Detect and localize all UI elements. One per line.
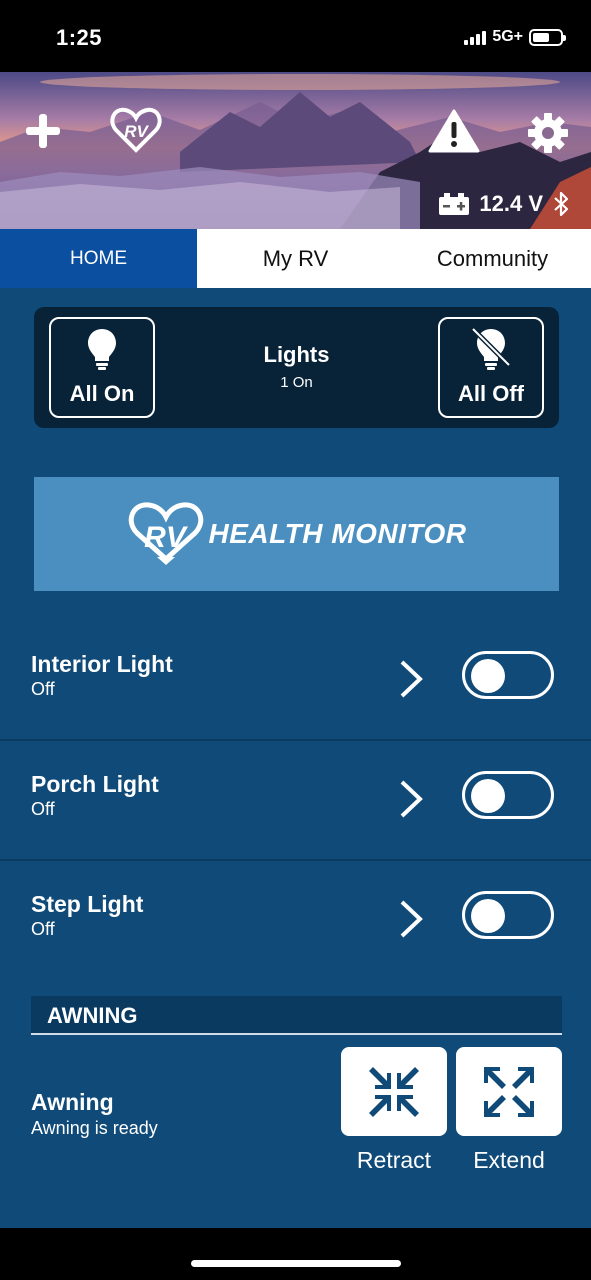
status-bar: 1:25 5G+: [0, 0, 591, 72]
phone-battery-icon: [529, 28, 566, 46]
gear-icon[interactable]: [527, 112, 569, 159]
bluetooth-icon[interactable]: [553, 191, 569, 217]
interior-light-toggle[interactable]: [462, 651, 554, 699]
main-content: All On Lights 1 On All Off RV HEALTH MON…: [0, 288, 591, 1228]
retract-button[interactable]: [341, 1047, 447, 1136]
device-row-interior-light[interactable]: Interior Light Off: [0, 621, 591, 741]
awning-section-header: AWNING: [31, 996, 562, 1035]
header-banner: RV 12.4 V: [0, 72, 591, 229]
porch-light-toggle[interactable]: [462, 771, 554, 819]
status-indicators: 5G+: [464, 28, 566, 46]
tab-home[interactable]: HOME: [0, 229, 197, 288]
awning-status: Awning is ready: [31, 1118, 158, 1138]
voltage-readout: 12.4 V: [439, 191, 569, 217]
device-status: Off: [31, 679, 55, 699]
device-name: Porch Light: [31, 771, 159, 797]
retract-label: Retract: [356, 1147, 432, 1173]
section-title: AWNING: [47, 1003, 138, 1028]
device-status: Off: [31, 799, 55, 819]
bulb-off-icon: [471, 327, 511, 370]
all-off-button[interactable]: All Off: [438, 317, 544, 418]
device-row-porch-light[interactable]: Porch Light Off: [0, 741, 591, 861]
retract-arrows-icon: [369, 1066, 419, 1117]
device-name: Step Light: [31, 891, 144, 917]
svg-text:RV: RV: [124, 122, 149, 141]
chevron-right-icon[interactable]: [398, 899, 424, 939]
extend-button[interactable]: [456, 1047, 562, 1136]
tab-community[interactable]: Community: [394, 229, 591, 288]
rv-heart-logo-icon[interactable]: RV: [110, 106, 162, 159]
health-monitor-banner[interactable]: RV HEALTH MONITOR: [34, 477, 559, 591]
banner-logo-text: RV: [144, 521, 189, 554]
all-off-label: All Off: [458, 381, 524, 406]
extend-arrows-icon: [484, 1066, 534, 1117]
device-row-step-light[interactable]: Step Light Off: [0, 861, 591, 981]
tab-bar: HOME My RV Community: [0, 229, 591, 288]
lights-card: All On Lights 1 On All Off: [34, 307, 559, 428]
network-type: 5G+: [492, 28, 523, 45]
voltage-value: 12.4 V: [479, 191, 543, 216]
plus-icon[interactable]: [24, 112, 62, 155]
chevron-right-icon[interactable]: [398, 779, 424, 819]
signal-icon: [464, 29, 487, 45]
device-status: Off: [31, 919, 55, 939]
step-light-toggle[interactable]: [462, 891, 554, 939]
chevron-right-icon[interactable]: [398, 659, 424, 699]
tab-my-rv[interactable]: My RV: [197, 229, 394, 288]
home-indicator[interactable]: [191, 1260, 401, 1267]
awning-name: Awning: [31, 1089, 114, 1115]
battery-icon: [439, 193, 470, 215]
device-name: Interior Light: [31, 651, 173, 677]
extend-label: Extend: [473, 1147, 545, 1173]
banner-title: HEALTH MONITOR: [208, 518, 467, 549]
warning-icon[interactable]: [428, 108, 480, 159]
status-time: 1:25: [56, 25, 103, 50]
home-indicator-area: [0, 1228, 591, 1280]
rv-heart-logo-icon: RV: [128, 502, 203, 565]
